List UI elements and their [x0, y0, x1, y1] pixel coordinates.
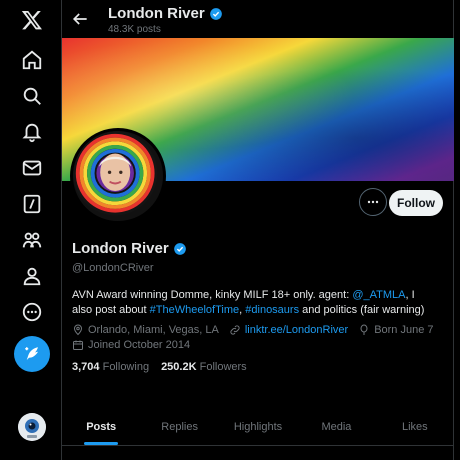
hashtag-link[interactable]: #TheWheelofTime: [150, 304, 239, 316]
profile-birthday: Born June 7: [374, 324, 434, 336]
profile-icon[interactable]: [16, 260, 48, 292]
messages-icon[interactable]: [16, 152, 48, 184]
profile-joined: Joined October 2014: [88, 339, 191, 351]
profile-bio: AVN Award winning Domme, kinky MILF 18+ …: [72, 289, 425, 316]
nav-rail: [0, 0, 62, 460]
profile-name: London River: [72, 240, 169, 257]
home-icon[interactable]: [16, 44, 48, 76]
profile-joined-row: Joined October 2014: [72, 339, 190, 351]
profile-column: London River 48.3K posts Follow London R…: [62, 0, 454, 460]
compose-icon: [25, 347, 38, 360]
post-count: 48.3K posts: [108, 24, 161, 35]
more-icon[interactable]: [16, 296, 48, 328]
birthday-balloon-icon: [360, 324, 368, 335]
profile-handle: @LondonCRiver: [72, 262, 154, 274]
compose-button[interactable]: [14, 336, 50, 372]
notifications-icon[interactable]: [16, 116, 48, 148]
search-icon[interactable]: [16, 80, 48, 112]
tab-highlights[interactable]: Highlights: [219, 409, 297, 445]
calendar-icon: [73, 340, 83, 350]
communities-icon[interactable]: [16, 224, 48, 256]
following-link[interactable]: 3,704 Following: [72, 361, 149, 373]
tab-posts[interactable]: Posts: [62, 409, 140, 445]
grok-icon[interactable]: [16, 188, 48, 220]
verified-badge-icon: [173, 242, 186, 255]
tab-media[interactable]: Media: [297, 409, 375, 445]
account-avatar[interactable]: [18, 413, 46, 441]
verified-badge-icon: [209, 7, 222, 20]
profile-location: Orlando, Miami, Vegas, LA: [88, 324, 219, 336]
followers-link[interactable]: 250.2K Followers: [161, 361, 247, 373]
x-logo-icon[interactable]: [16, 4, 48, 36]
location-pin-icon: [73, 324, 83, 336]
profile-avatar[interactable]: [70, 128, 166, 224]
more-options-button[interactable]: [359, 188, 387, 216]
agent-mention-link[interactable]: @_ATMLA: [352, 289, 405, 301]
profile-header: London River 48.3K posts: [62, 0, 454, 38]
profile-tabs: Posts Replies Highlights Media Likes: [62, 409, 454, 446]
more-dots-icon: [367, 200, 379, 204]
page-title: London River: [108, 5, 205, 22]
profile-website-link[interactable]: linktr.ee/LondonRiver: [245, 324, 348, 336]
follow-counts: 3,704 Following 250.2K Followers: [72, 361, 247, 373]
hashtag-link[interactable]: #dinosaurs: [245, 304, 299, 316]
link-icon: [230, 325, 240, 335]
tab-replies[interactable]: Replies: [140, 409, 218, 445]
follow-button[interactable]: Follow: [389, 190, 443, 216]
tab-likes[interactable]: Likes: [376, 409, 454, 445]
back-arrow-icon[interactable]: [70, 9, 90, 29]
profile-meta-row: Orlando, Miami, Vegas, LA linktr.ee/Lond…: [72, 324, 434, 336]
